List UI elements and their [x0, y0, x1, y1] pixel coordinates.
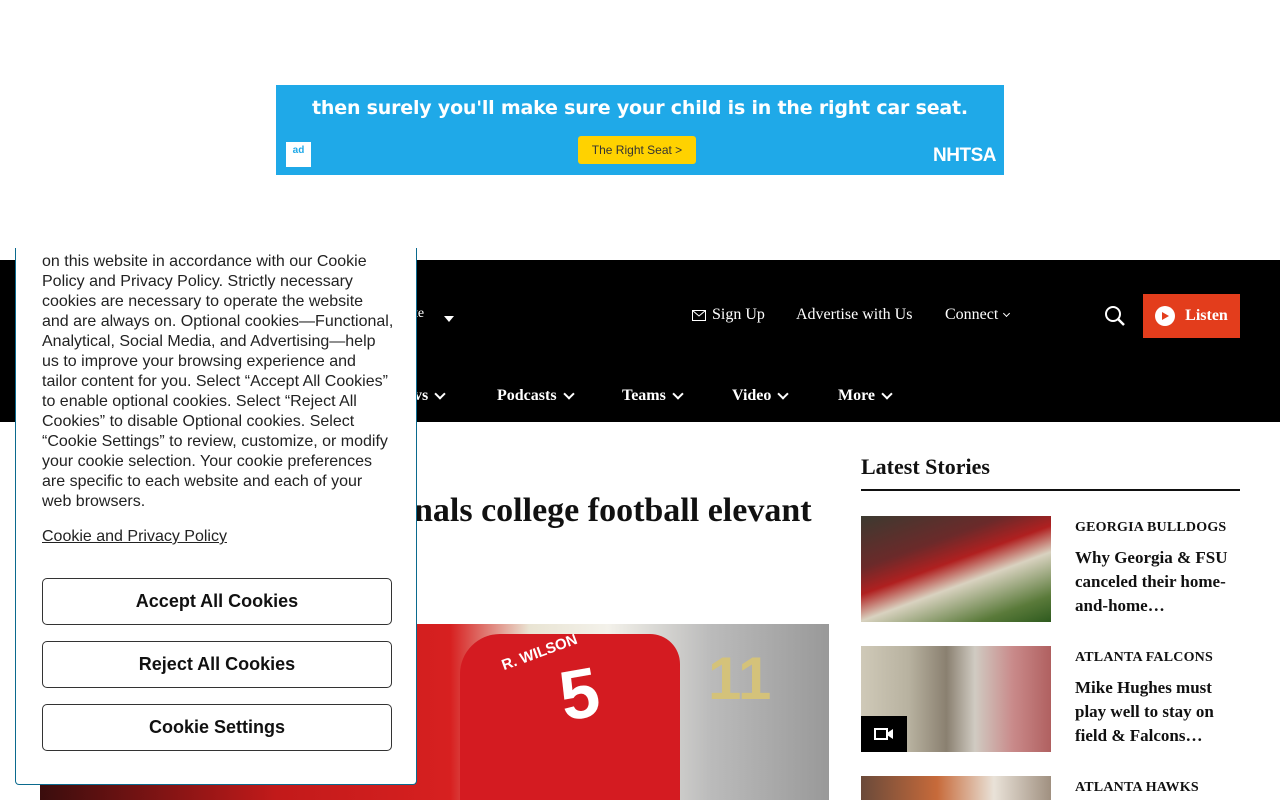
listen-button[interactable]: Listen — [1143, 294, 1240, 338]
nav-video[interactable]: Video — [732, 387, 790, 405]
cookie-settings-button[interactable]: Cookie Settings — [42, 704, 392, 751]
nav-teams-label: Teams — [622, 387, 666, 404]
ad-headline: then surely you'll make sure your child … — [312, 97, 968, 119]
nav-more-label: More — [838, 387, 876, 404]
chevron-down-icon — [881, 388, 893, 400]
divider — [861, 489, 1240, 491]
story-category[interactable]: ATLANTA HAWKS — [1075, 780, 1199, 796]
ad-slot: then surely you'll make sure your child … — [0, 0, 1280, 260]
story-thumbnail[interactable] — [861, 646, 1051, 752]
nav-more[interactable]: More — [838, 387, 893, 405]
nav-video-label: Video — [732, 387, 772, 404]
connect-menu[interactable]: Connect — [945, 306, 1011, 324]
nav-teams[interactable]: Teams — [622, 387, 684, 405]
ad-cta-button[interactable]: The Right Seat > — [578, 136, 696, 164]
latest-stories-title: Latest Stories — [861, 454, 990, 479]
story-headline[interactable]: Mike Hughes must play well to stay on fi… — [1075, 676, 1235, 748]
chevron-down-icon[interactable] — [444, 310, 454, 328]
search-icon — [1105, 306, 1125, 326]
chevron-down-icon — [562, 388, 575, 400]
ad-council-logo: ad — [286, 142, 311, 167]
signup-label: Sign Up — [712, 306, 765, 323]
advertise-label: Advertise with Us — [796, 306, 913, 323]
article-title[interactable]: nals college football elevant — [414, 490, 824, 532]
cookie-policy-link[interactable]: Cookie and Privacy Policy — [42, 528, 227, 546]
story-headline[interactable]: Why Georgia & FSU canceled their home-an… — [1075, 546, 1235, 618]
search-button[interactable] — [1104, 305, 1126, 327]
chevron-down-icon — [672, 388, 684, 400]
nhtsa-logo: NHTSA — [933, 145, 996, 166]
story-item[interactable]: ATLANTA FALCONS Mike Hughes must play we… — [861, 646, 1240, 752]
cookie-consent-panel: on this website in accordance with our C… — [15, 248, 417, 785]
connect-label: Connect — [945, 306, 999, 323]
advertise-link[interactable]: Advertise with Us — [796, 306, 912, 324]
accept-all-cookies-button[interactable]: Accept All Cookies — [42, 578, 392, 625]
video-camera-icon — [874, 728, 893, 740]
reject-all-cookies-button[interactable]: Reject All Cookies — [42, 641, 392, 688]
mail-icon — [692, 309, 706, 321]
nav-podcasts-label: Podcasts — [497, 387, 557, 404]
listen-label: Listen — [1185, 307, 1228, 324]
chevron-down-icon — [434, 388, 446, 400]
ad-banner[interactable]: then surely you'll make sure your child … — [276, 85, 1004, 175]
play-icon — [1155, 306, 1176, 326]
story-item[interactable]: GEORGIA BULLDOGS Why Georgia & FSU cance… — [861, 516, 1240, 622]
video-badge — [861, 716, 907, 752]
signup-link[interactable]: Sign Up — [692, 306, 765, 324]
story-category[interactable]: ATLANTA FALCONS — [1075, 650, 1213, 666]
story-category[interactable]: GEORGIA BULLDOGS — [1075, 520, 1226, 536]
nav-news[interactable]: vs — [414, 387, 446, 405]
story-thumbnail[interactable] — [861, 516, 1051, 622]
nav-podcasts[interactable]: Podcasts — [497, 387, 575, 405]
story-item[interactable]: ATLANTA HAWKS — [861, 776, 1240, 800]
story-thumbnail[interactable] — [861, 776, 1051, 800]
chevron-down-icon — [1003, 309, 1011, 317]
chevron-down-icon — [777, 388, 790, 400]
cookie-description: on this website in accordance with our C… — [42, 253, 394, 510]
hero-jersey-number-2: 11 — [708, 645, 772, 712]
